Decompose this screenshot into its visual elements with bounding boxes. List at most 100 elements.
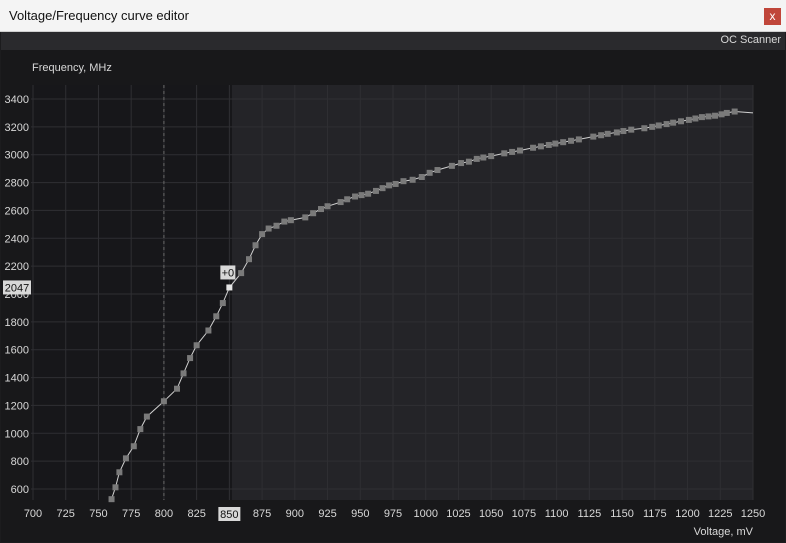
curve-point[interactable] (434, 167, 441, 174)
curve-point[interactable] (418, 174, 425, 180)
curve-point[interactable] (379, 185, 386, 192)
curve-point[interactable] (712, 112, 719, 119)
y-tick-label: 1400 (5, 373, 29, 385)
curve-point[interactable] (718, 111, 725, 118)
curve-point[interactable] (663, 121, 670, 128)
y-tick-label: 1200 (5, 400, 29, 412)
curve-point[interactable] (302, 214, 309, 221)
curve-point[interactable] (174, 385, 180, 392)
curve-point[interactable] (219, 300, 226, 307)
curve-point[interactable] (392, 180, 399, 187)
curve-point[interactable] (560, 139, 567, 146)
curve-point[interactable] (731, 108, 738, 115)
x-tick-label: 725 (57, 508, 75, 520)
curve-point[interactable] (352, 193, 359, 200)
curve-point[interactable] (180, 370, 187, 377)
curve-point[interactable] (613, 129, 620, 136)
curve-point[interactable] (590, 133, 597, 140)
y-tick-label: 2800 (5, 178, 29, 190)
curve-point[interactable] (318, 206, 324, 213)
x-axis-ticks: 700 725 750 775 800 825 875 900 925 950 975 1000 102… (24, 508, 765, 520)
curve-point[interactable] (641, 125, 648, 132)
y-axis-ticks: 6008001000120014001600180020002200240026… (5, 94, 29, 496)
curve-point[interactable] (545, 141, 552, 148)
curve-point[interactable] (252, 242, 259, 249)
curve-point[interactable] (723, 109, 730, 116)
x-tick-label: 1225 (708, 508, 732, 520)
curve-point[interactable] (143, 413, 150, 420)
curve-point[interactable] (537, 143, 544, 150)
curve-point[interactable] (530, 144, 537, 151)
curve-point[interactable] (310, 210, 317, 217)
curve-point[interactable] (568, 137, 575, 144)
curve-point[interactable] (501, 150, 508, 157)
curve-point[interactable] (287, 217, 294, 224)
curve-point[interactable] (137, 426, 144, 433)
curve-point[interactable] (426, 169, 433, 176)
selected-curve-point[interactable] (226, 284, 233, 291)
curve-point[interactable] (205, 327, 212, 334)
x-tick-label: 1200 (675, 508, 699, 520)
curve-point[interactable] (108, 496, 115, 503)
curve-point[interactable] (575, 136, 582, 143)
curve-point[interactable] (448, 162, 455, 169)
curve-point[interactable] (458, 160, 465, 167)
x-tick-label: 1125 (578, 508, 602, 520)
curve-point[interactable] (598, 132, 605, 139)
curve-point[interactable] (604, 130, 611, 137)
y-tick-label: 1600 (5, 345, 29, 357)
curve-point[interactable] (358, 192, 365, 199)
curve-point[interactable] (193, 342, 200, 349)
x-tick-label: 925 (318, 508, 336, 520)
curve-point[interactable] (552, 140, 559, 147)
vf-curve-chart[interactable]: 6008001000120014001600180020002200240026… (0, 0, 786, 543)
curve-point[interactable] (488, 153, 495, 160)
curve-point[interactable] (213, 313, 220, 320)
curve-point[interactable] (112, 484, 119, 491)
curve-point[interactable] (628, 126, 635, 133)
curve-point[interactable] (473, 155, 480, 162)
curve-point[interactable] (705, 113, 712, 120)
curve-point[interactable] (409, 176, 416, 183)
curve-point[interactable] (678, 118, 684, 125)
curve-point[interactable] (246, 256, 252, 263)
curve-point[interactable] (273, 222, 280, 229)
curve-point[interactable] (400, 178, 407, 185)
curve-point[interactable] (698, 114, 705, 121)
selected-frequency-label: 2047 (5, 282, 29, 294)
x-tick-label: 900 (286, 508, 304, 520)
curve-point[interactable] (160, 398, 167, 405)
curve-point[interactable] (465, 158, 472, 165)
curve-point[interactable] (480, 154, 487, 161)
curve-point[interactable] (337, 199, 344, 206)
curve-point[interactable] (685, 116, 692, 123)
x-tick-label: 1075 (512, 508, 536, 520)
curve-point[interactable] (281, 218, 288, 225)
x-tick-label: 825 (187, 508, 205, 520)
curve-point[interactable] (386, 182, 393, 189)
x-tick-label: 750 (89, 508, 107, 520)
curve-point[interactable] (516, 147, 523, 154)
curve-point[interactable] (692, 115, 699, 122)
curve-point[interactable] (509, 148, 516, 155)
x-tick-label: 775 (122, 508, 140, 520)
y-tick-label: 600 (11, 484, 29, 496)
x-tick-label: 1050 (479, 508, 503, 520)
curve-point[interactable] (670, 119, 677, 126)
curve-point[interactable] (265, 225, 272, 232)
y-axis-title: Frequency, MHz (32, 62, 112, 74)
curve-point[interactable] (620, 128, 627, 135)
curve-point[interactable] (655, 122, 662, 129)
curve-point[interactable] (649, 123, 656, 130)
curve-point[interactable] (344, 196, 351, 203)
curve-point[interactable] (372, 187, 379, 194)
curve-point[interactable] (238, 270, 245, 277)
curve-point[interactable] (116, 469, 123, 476)
curve-point[interactable] (259, 231, 266, 238)
curve-point[interactable] (324, 203, 331, 210)
curve-point[interactable] (187, 355, 194, 362)
curve-point[interactable] (122, 455, 129, 462)
curve-point[interactable] (365, 190, 372, 197)
curve-point[interactable] (130, 443, 137, 450)
x-tick-label: 1100 (545, 508, 569, 520)
